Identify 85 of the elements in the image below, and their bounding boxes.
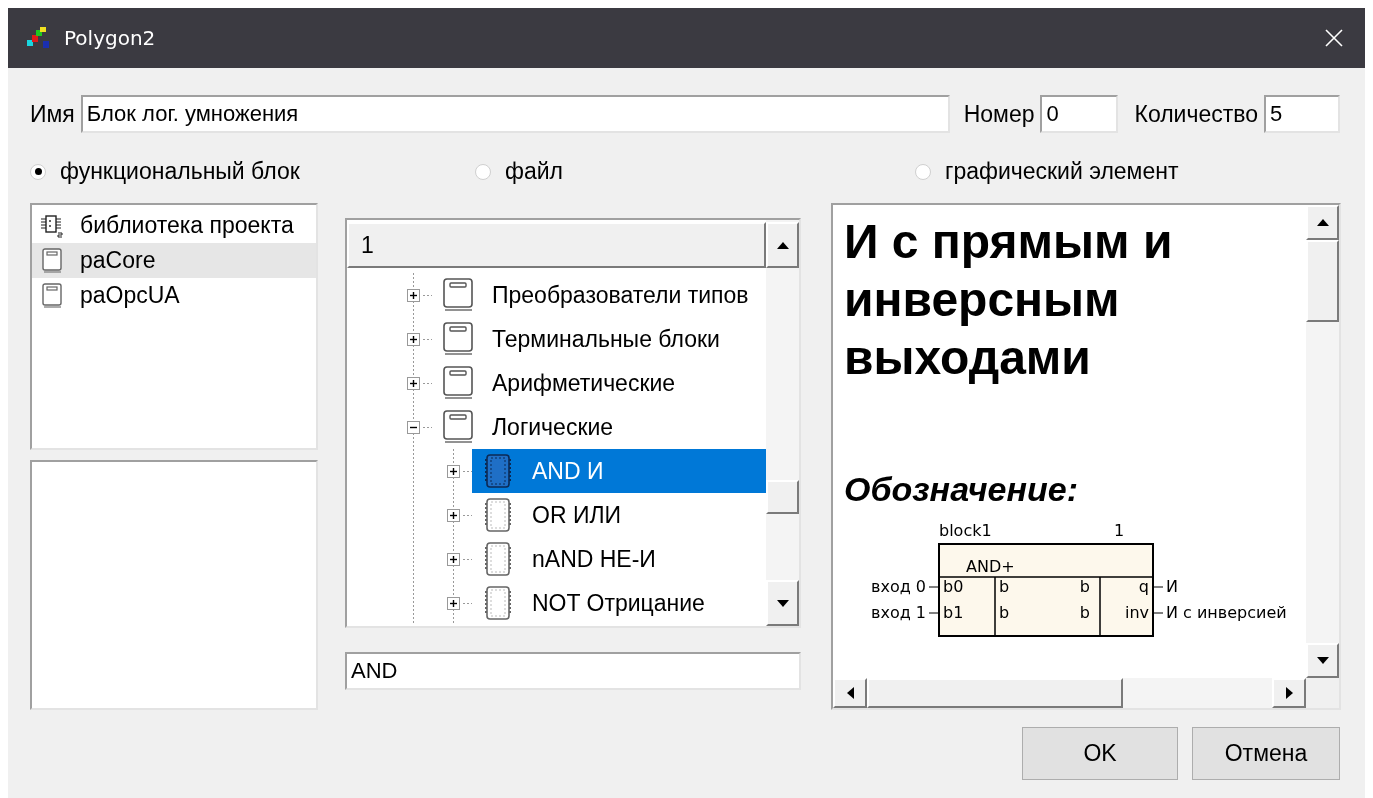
- expand-icon[interactable]: [406, 332, 420, 346]
- vertical-scrollbar[interactable]: [1306, 205, 1339, 678]
- tree-item[interactable]: OR ИЛИ: [472, 493, 766, 537]
- library-item[interactable]: библиотека проекта: [32, 208, 316, 243]
- expand-icon[interactable]: [446, 596, 460, 610]
- pin-type: b: [1079, 603, 1090, 622]
- radio-label[interactable]: графический элемент: [945, 158, 1179, 185]
- expand-icon[interactable]: [446, 464, 460, 478]
- expand-icon[interactable]: [406, 288, 420, 302]
- vertical-scrollbar[interactable]: [766, 220, 799, 626]
- tree-item[interactable]: AND И: [472, 449, 766, 493]
- pin-name: b1: [943, 603, 964, 622]
- library-item[interactable]: paOpcUA: [32, 278, 316, 313]
- dialog-button[interactable]: OK: [1022, 727, 1178, 780]
- text-field[interactable]: Блок лог. умножения: [80, 95, 950, 133]
- radio-label[interactable]: файл: [505, 158, 563, 185]
- scroll-left-button[interactable]: [833, 678, 867, 708]
- search-field[interactable]: AND: [345, 652, 801, 690]
- chip-icon: [482, 542, 514, 576]
- book-icon: [442, 410, 474, 444]
- close-icon: [1325, 29, 1343, 47]
- pin-name: q: [1138, 577, 1149, 596]
- scroll-thumb[interactable]: [766, 480, 799, 514]
- field-label: Количество: [1134, 100, 1258, 128]
- scroll-right-button[interactable]: [1272, 678, 1306, 708]
- app-logo-icon: [26, 26, 52, 50]
- radio-button[interactable]: [915, 163, 931, 180]
- book-icon: [40, 282, 64, 309]
- scroll-thumb[interactable]: [1306, 240, 1339, 322]
- dialog-button[interactable]: Отмена: [1192, 727, 1340, 780]
- tree-item[interactable]: Преобразователи типов: [432, 273, 766, 317]
- scroll-down-button[interactable]: [1306, 643, 1339, 678]
- radio-button[interactable]: [30, 163, 46, 180]
- down-arrow-icon: [1316, 657, 1329, 664]
- expand-icon[interactable]: [446, 508, 460, 522]
- horizontal-scrollbar[interactable]: [833, 678, 1306, 708]
- library-item[interactable]: paCore: [32, 243, 316, 278]
- book-icon: [40, 247, 64, 274]
- field-label: Номер: [963, 100, 1035, 128]
- field-label: Имя: [30, 100, 75, 128]
- radio-button[interactable]: [475, 163, 491, 180]
- pin-type: b: [1079, 577, 1090, 596]
- book-icon: [442, 278, 474, 312]
- tree-item[interactable]: nAND НЕ-И: [472, 537, 766, 581]
- chip-icon: [482, 586, 514, 620]
- expand-icon[interactable]: [406, 376, 420, 390]
- up-arrow-icon: [776, 241, 789, 249]
- block-instance-name: block1: [939, 521, 992, 540]
- collapse-icon[interactable]: [406, 420, 420, 434]
- window-title: Polygon2: [64, 26, 156, 50]
- right-arrow-icon: [1285, 687, 1293, 699]
- tree-item[interactable]: Логические: [432, 405, 766, 449]
- block-number: 1: [1114, 521, 1125, 540]
- radio-label[interactable]: функциональный блок: [60, 158, 300, 185]
- up-arrow-icon: [1316, 219, 1329, 226]
- scroll-thumb[interactable]: [867, 678, 1123, 708]
- book-icon: [442, 322, 474, 356]
- chip-icon: [482, 454, 514, 488]
- output-label: И с инверсией: [1166, 603, 1287, 622]
- scroll-down-button[interactable]: [766, 580, 799, 626]
- help-title: И с прямым и инверсным выходами: [844, 214, 1174, 386]
- scroll-up-button[interactable]: [1306, 205, 1339, 240]
- book-icon: [442, 366, 474, 400]
- chip-icon: [482, 498, 514, 532]
- input-label: вход 0: [871, 577, 926, 596]
- scrollbar-corner: [1306, 678, 1339, 708]
- tree-item[interactable]: Арифметические: [432, 361, 766, 405]
- expand-icon[interactable]: [446, 552, 460, 566]
- tree-header[interactable]: 1: [347, 222, 766, 268]
- pin-name: inv: [1124, 603, 1149, 622]
- input-label: вход 1: [871, 603, 926, 622]
- block-type: AND+: [966, 557, 1015, 576]
- left-arrow-icon: [846, 687, 854, 699]
- output-label: И: [1166, 577, 1178, 596]
- pin-type: b: [999, 577, 1010, 596]
- help-subtitle: Обозначение:: [844, 470, 1080, 509]
- tree-item[interactable]: NOT Отрицание: [472, 581, 766, 625]
- chip-icon: [40, 213, 64, 238]
- tree-item[interactable]: Терминальные блоки: [432, 317, 766, 361]
- text-field[interactable]: 5: [1264, 95, 1340, 133]
- pin-name: b0: [943, 577, 964, 596]
- text-field[interactable]: 0: [1040, 95, 1119, 133]
- scroll-up-button[interactable]: [766, 222, 799, 268]
- pin-type: b: [999, 603, 1010, 622]
- down-arrow-icon: [776, 599, 789, 607]
